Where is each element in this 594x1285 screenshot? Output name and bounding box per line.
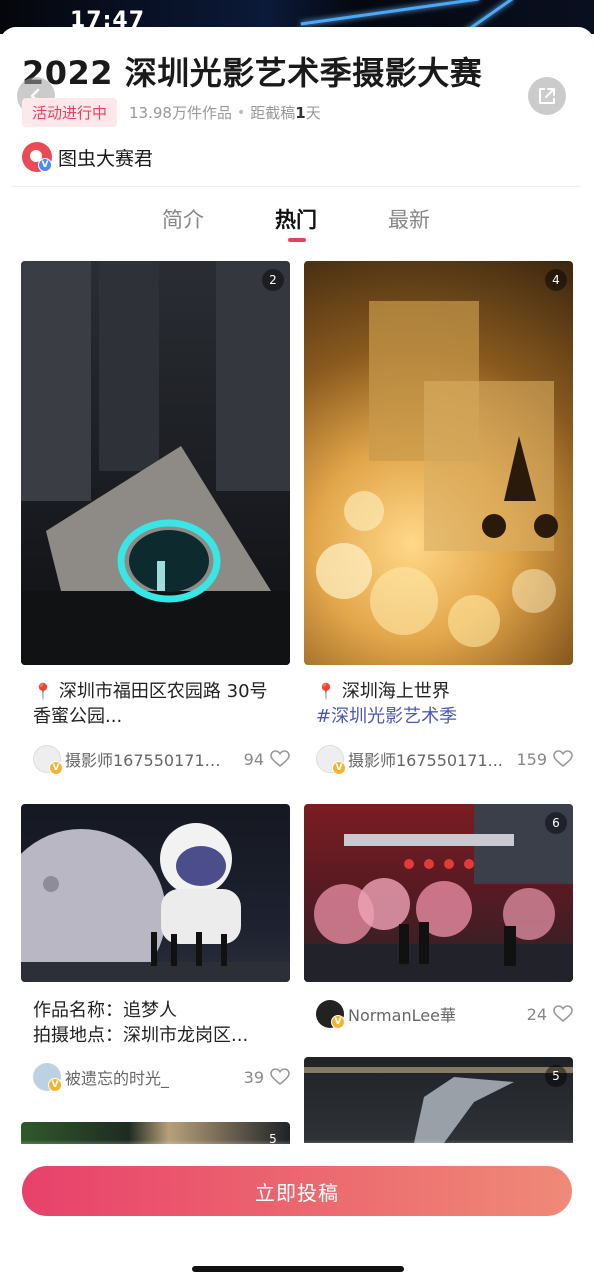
verified-badge-icon: V [48,1078,62,1092]
status-badge: 活动进行中 [22,98,118,127]
organizer-avatar: V [22,142,52,172]
author-name: NormanLee華 [348,1006,456,1025]
contest-meta: 活动进行中 13.98万件作品 • 距截稿1天 [22,98,321,127]
author-name: 摄影师167550171... [348,751,503,770]
work-image[interactable]: 2 [21,261,290,665]
verified-badge-icon: V [49,761,63,775]
location-pin-icon: 📍 [316,682,336,701]
divider [12,186,580,187]
page-title: 2022 深圳光影艺术季摄影大赛 [22,54,483,92]
verified-badge-icon: V [331,1015,345,1029]
like-button[interactable]: 24 [527,1005,573,1024]
photo-art [21,823,290,982]
location-pin-icon: 📍 [33,682,53,701]
like-button[interactable]: 94 [244,750,290,769]
avatar: V [33,745,63,775]
avatar: V [316,1000,345,1029]
author-name: 摄影师1675501719... [65,751,225,770]
work-description: 📍 深圳海上世界 #深圳光影艺术季 [316,679,566,729]
work-image[interactable]: 5 [304,1057,573,1143]
like-count: 159 [516,749,547,769]
work-author[interactable]: V 摄影师167550171... 159 [316,744,573,775]
share-icon [539,88,555,104]
work-location: 深圳海上世界 [341,681,450,702]
tab-hot[interactable]: 热门 [275,204,317,234]
work-image[interactable]: 6 [304,804,573,982]
work-location: 拍摄地点：深圳市龙岗区... [33,1025,249,1046]
like-count: 39 [243,1067,264,1087]
heart-icon [553,750,573,768]
meta-separator: • [236,104,246,121]
heart-icon [270,1068,290,1086]
avatar: V [316,745,346,775]
photo-art [304,804,573,982]
photo-art [304,1067,573,1143]
heart-icon [553,1005,573,1023]
deadline-suffix: 天 [305,104,321,122]
organizer[interactable]: V 图虫大赛君 [22,142,153,172]
tab-latest[interactable]: 最新 [388,204,430,234]
heart-icon [270,750,290,768]
works-count: 13.98万件作品 [129,104,232,122]
verified-badge-icon: V [332,761,346,775]
verified-badge-icon: V [38,158,52,172]
share-button[interactable] [528,77,566,115]
home-indicator [192,1266,404,1272]
submit-entry-button[interactable]: 立即投稿 [22,1166,572,1216]
work-author[interactable]: V 摄影师1675501719... 94 [33,744,290,775]
deadline-prefix: 距截稿 [250,104,296,122]
like-button[interactable]: 159 [516,750,573,769]
like-count: 24 [526,1004,547,1024]
avatar: V [33,1063,62,1092]
photo-art [21,261,290,665]
photo-art [316,301,558,647]
like-button[interactable]: 39 [244,1068,290,1087]
tab-indicator [288,238,306,242]
deadline-text: 距截稿1天 [250,102,320,123]
tab-intro[interactable]: 简介 [162,204,204,234]
work-description: 作品名称：追梦人拍摄地点：深圳市龙岗区... [33,998,283,1048]
organizer-name: 图虫大赛君 [58,147,154,170]
work-image[interactable] [21,804,290,982]
work-location: 深圳市福田区农园路 30号 香蜜公园... [33,681,268,727]
image-count-badge: 2 [262,269,284,291]
image-count-badge: 5 [545,1065,567,1087]
image-count-badge: 6 [545,812,567,834]
banner-light-streak [300,0,480,26]
image-count-badge: 4 [545,269,567,291]
scroll-fade [0,1140,594,1160]
like-count: 94 [243,749,264,769]
work-description: 📍 深圳市福田区农园路 30号 香蜜公园... [33,679,283,729]
work-author[interactable]: V 被遗忘的时光_ 39 [33,1062,290,1092]
hashtag-link[interactable]: #深圳光影艺术季 [316,706,457,727]
work-author[interactable]: V NormanLee華 24 [316,999,573,1029]
author-name: 被遗忘的时光_ [65,1069,170,1088]
work-title: 作品名称：追梦人 [33,1000,177,1021]
work-image[interactable]: 4 [304,261,573,665]
deadline-days: 1 [295,104,306,122]
